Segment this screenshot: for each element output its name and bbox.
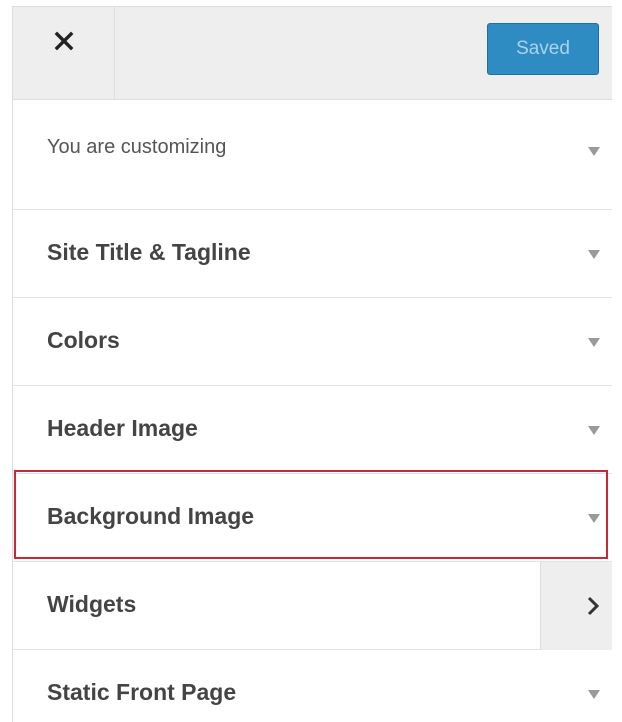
caret-down-icon: [588, 690, 600, 699]
section-static-front-page[interactable]: Static Front Page: [13, 650, 612, 722]
section-label: Header Image: [47, 415, 198, 441]
section-label: Widgets: [47, 591, 137, 617]
customizing-info-label: You are customizing: [47, 136, 227, 158]
section-label: Colors: [47, 327, 120, 353]
customizer-panel: Saved You are customizing Site Title & T…: [12, 6, 612, 722]
section-header-image[interactable]: Header Image: [13, 386, 612, 474]
caret-down-icon: [588, 250, 600, 259]
section-site-title-tagline[interactable]: Site Title & Tagline: [13, 210, 612, 298]
chevron-right-icon: [587, 596, 600, 616]
caret-down-icon: [588, 338, 600, 347]
saved-button[interactable]: Saved: [487, 23, 599, 75]
close-icon: [54, 31, 74, 51]
section-colors[interactable]: Colors: [13, 298, 612, 386]
caret-down-icon: [588, 514, 600, 523]
customizer-header: Saved: [13, 7, 612, 100]
customizing-info-section[interactable]: You are customizing: [13, 100, 612, 210]
close-button[interactable]: [13, 7, 115, 99]
section-widgets[interactable]: Widgets: [13, 562, 612, 650]
caret-down-icon: [588, 426, 600, 435]
section-label: Site Title & Tagline: [47, 239, 251, 265]
section-label: Background Image: [47, 503, 255, 529]
section-background-image[interactable]: Background Image: [13, 474, 612, 562]
section-label: Static Front Page: [47, 679, 237, 705]
widgets-expand-button[interactable]: [540, 562, 612, 650]
caret-down-icon: [588, 147, 600, 156]
